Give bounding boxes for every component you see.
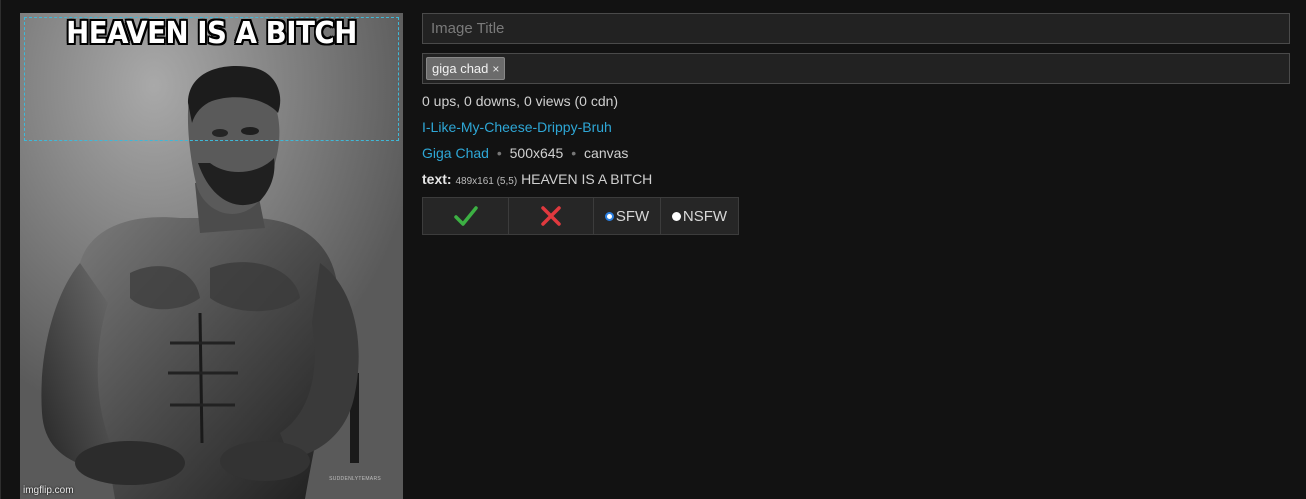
uploader-row: I-Like-My-Cheese-Drippy-Bruh [422,114,1290,140]
image-dimensions: 500x645 [509,145,564,161]
moderation-bar: SFW NSFW [422,197,739,235]
moderation-view: HEAVEN IS A BITCH SUDDENLYTEMARS imgflip… [0,0,1306,499]
sfw-label: SFW [615,207,650,225]
meme-caption: HEAVEN IS A BITCH [66,16,357,51]
text-label: text: [422,171,452,187]
tag-chip: giga chad × [426,57,506,80]
image-stats: 0 ups, 0 downs, 0 views (0 cdn) [422,93,619,109]
nsfw-radio[interactable]: NSFW [661,198,738,234]
imgflip-watermark: imgflip.com [23,485,74,496]
template-link[interactable]: Giga Chad [422,145,489,161]
tags-input[interactable]: giga chad × [422,53,1290,84]
sfw-radio[interactable]: SFW [594,198,661,234]
image-details-panel: giga chad × 0 ups, 0 downs, 0 views (0 c… [422,13,1290,235]
template-info-row: Giga Chad • 500x645 • canvas [422,140,1290,166]
text-box-row: text: 489x161 (5,5) HEAVEN IS A BITCH [422,166,1290,192]
reject-button[interactable] [509,198,594,234]
tag-label: giga chad [432,61,489,76]
meme-image: HEAVEN IS A BITCH SUDDENLYTEMARS imgflip… [20,13,403,499]
username-link[interactable]: I-Like-My-Cheese-Drippy-Bruh [422,119,612,135]
x-icon [541,206,561,226]
tag-remove-icon[interactable]: × [492,62,499,76]
check-icon [453,206,478,226]
radio-unchecked-icon[interactable] [671,211,681,221]
radio-checked-icon[interactable] [604,211,614,221]
text-value: HEAVEN IS A BITCH [521,171,653,187]
text-box-info: 489x161 (5,5) [455,176,518,187]
image-kind: canvas [584,145,629,161]
image-title-input[interactable] [422,13,1290,44]
photo-signature: SUDDENLYTEMARS [329,476,381,482]
nsfw-label: NSFW [682,207,728,225]
separator: • [496,145,502,161]
separator: • [571,145,577,161]
approve-button[interactable] [423,198,509,234]
